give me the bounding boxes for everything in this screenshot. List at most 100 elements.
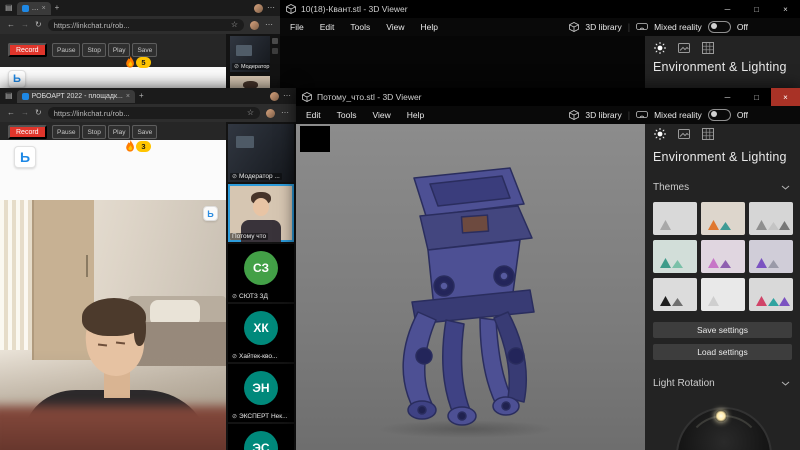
profile-avatar[interactable]	[250, 21, 259, 30]
menu-help[interactable]: Help	[420, 22, 437, 32]
profile-avatar[interactable]	[254, 4, 263, 13]
pause-button[interactable]: Pause	[52, 125, 80, 139]
grid-icon[interactable]	[702, 128, 714, 140]
favorite-star-icon[interactable]: ☆	[247, 109, 254, 117]
chevron-down-icon[interactable]	[781, 185, 790, 190]
theme-thumbnail-storm[interactable]	[749, 240, 793, 273]
transport-controls: Pause Stop Play Save	[52, 43, 157, 57]
sun-icon[interactable]	[654, 42, 666, 54]
address-bar[interactable]: https://linkchat.ru/rob... ☆	[48, 107, 260, 119]
theme-thumbnail-teal-hills[interactable]	[653, 240, 697, 273]
theme-thumbnail-rainbow[interactable]	[749, 278, 793, 311]
viewer-window-back: 10(18)-Квант.stl - 3D Viewer ─ □ × File …	[280, 0, 800, 88]
image-icon[interactable]	[678, 42, 690, 54]
stop-button[interactable]: Stop	[82, 125, 105, 139]
dial-sun-marker[interactable]	[715, 410, 727, 422]
menu-edit[interactable]: Edit	[320, 22, 335, 32]
pause-button[interactable]: Pause	[52, 43, 80, 57]
save-settings-button[interactable]: Save settings	[653, 322, 792, 338]
fire-reaction-badge[interactable]: 5	[126, 56, 151, 68]
record-button[interactable]: Record	[8, 43, 47, 57]
close-button[interactable]: ×	[771, 0, 800, 18]
maximize-button[interactable]: □	[742, 88, 771, 106]
participant-tile[interactable]: ЭС	[228, 424, 294, 450]
menu-view[interactable]: View	[386, 22, 404, 32]
mic-off-icon: ⊘	[232, 173, 237, 180]
browser-tab[interactable]: РОБОАРТ 2022 - площадк... ×	[17, 90, 135, 103]
maximize-button[interactable]: □	[742, 0, 771, 18]
refresh-icon[interactable]: ↻	[35, 109, 42, 117]
tab-strip: ▤ … × + ⋯	[0, 0, 280, 16]
theme-thumbnail-default-gray[interactable]	[653, 202, 697, 235]
3d-canvas[interactable]	[296, 124, 645, 450]
browser-menu-icon[interactable]: ⋯	[267, 4, 275, 12]
menu-view[interactable]: View	[373, 110, 391, 120]
themes-section-header[interactable]: Themes	[653, 182, 689, 193]
light-rotation-section-header[interactable]: Light Rotation	[653, 378, 715, 389]
favorite-star-icon[interactable]: ☆	[231, 21, 238, 29]
refresh-icon[interactable]: ↻	[35, 21, 42, 29]
theme-thumbnail-mono-shapes[interactable]	[653, 278, 697, 311]
play-button[interactable]: Play	[108, 43, 131, 57]
forward-icon[interactable]: →	[21, 109, 29, 117]
menu-help[interactable]: Help	[407, 110, 424, 120]
title-bar[interactable]: 10(18)-Квант.stl - 3D Viewer ─ □ ×	[280, 0, 800, 18]
theme-thumbnail-spheres[interactable]	[749, 202, 793, 235]
theme-thumbnail-pink-forest[interactable]	[701, 240, 745, 273]
forward-icon[interactable]: →	[21, 21, 29, 29]
image-icon[interactable]	[678, 128, 690, 140]
webcam-video[interactable]: Ь	[0, 200, 226, 450]
close-button[interactable]: ×	[771, 88, 800, 106]
load-settings-button[interactable]: Load settings	[653, 344, 792, 360]
mixed-reality-toggle[interactable]	[708, 109, 731, 121]
tab-list-icon[interactable]: ▤	[5, 92, 13, 100]
chevron-down-icon[interactable]	[781, 381, 790, 386]
browser-menu-icon[interactable]: ⋯	[265, 21, 273, 29]
sidebar-tool-icon[interactable]	[272, 38, 278, 44]
participant-tile-moderator[interactable]: ⊘ Модератор ...	[228, 124, 294, 182]
mixed-reality-toggle[interactable]	[708, 21, 731, 33]
participant-tile[interactable]: СЗ ⊘ СЮТЗ ЗД	[228, 244, 294, 302]
new-tab-button[interactable]: +	[55, 4, 60, 12]
participant-tile[interactable]	[230, 76, 270, 88]
profile-avatar[interactable]	[266, 109, 275, 118]
toggle-knob	[711, 111, 717, 117]
participant-tile[interactable]: ⊘ Модератор ...	[230, 36, 270, 72]
browser-menu-icon[interactable]: ⋯	[283, 92, 291, 100]
3d-library-button[interactable]: 3D library	[585, 22, 621, 32]
participant-tile[interactable]: ЭН ⊘ ЭКСПЕРТ Нек...	[228, 364, 294, 422]
sun-icon[interactable]	[654, 128, 666, 140]
save-button[interactable]: Save	[132, 125, 157, 139]
title-bar[interactable]: Потому_что.stl - 3D Viewer ─ □ ×	[296, 88, 800, 106]
sidebar-tool-icon[interactable]	[272, 48, 278, 54]
menu-tools[interactable]: Tools	[337, 110, 357, 120]
record-button[interactable]: Record	[8, 125, 47, 139]
theme-thumbnail-paper-white[interactable]	[701, 278, 745, 311]
back-icon[interactable]: ←	[7, 21, 15, 29]
minimize-button[interactable]: ─	[713, 0, 742, 18]
grid-icon[interactable]	[702, 42, 714, 54]
tab-close-icon[interactable]: ×	[42, 5, 46, 12]
save-button[interactable]: Save	[132, 43, 157, 57]
menu-tools[interactable]: Tools	[350, 22, 370, 32]
minimize-button[interactable]: ─	[713, 88, 742, 106]
browser-tab[interactable]: … ×	[17, 2, 51, 15]
fire-reaction-badge[interactable]: 3	[126, 140, 151, 152]
address-bar[interactable]: https://linkchat.ru/rob... ☆	[48, 19, 244, 31]
tab-close-icon[interactable]: ×	[126, 93, 130, 100]
theme-accent-shape	[756, 258, 767, 268]
participant-tile-active-speaker[interactable]: Потому что	[228, 184, 294, 242]
profile-avatar[interactable]	[270, 92, 279, 101]
new-tab-button[interactable]: +	[139, 92, 144, 100]
participant-tile[interactable]: ХК ⊘ Хайтек-кво...	[228, 304, 294, 362]
browser-menu-icon[interactable]: ⋯	[281, 109, 289, 117]
theme-thumbnail-desert-cone[interactable]	[701, 202, 745, 235]
menu-file[interactable]: File	[290, 22, 304, 32]
play-button[interactable]: Play	[108, 125, 131, 139]
back-icon[interactable]: ←	[7, 109, 15, 117]
3d-library-button[interactable]: 3D library	[585, 110, 621, 120]
tab-list-icon[interactable]: ▤	[5, 4, 13, 12]
3d-canvas[interactable]	[280, 36, 645, 88]
stop-button[interactable]: Stop	[82, 43, 105, 57]
menu-edit[interactable]: Edit	[306, 110, 321, 120]
